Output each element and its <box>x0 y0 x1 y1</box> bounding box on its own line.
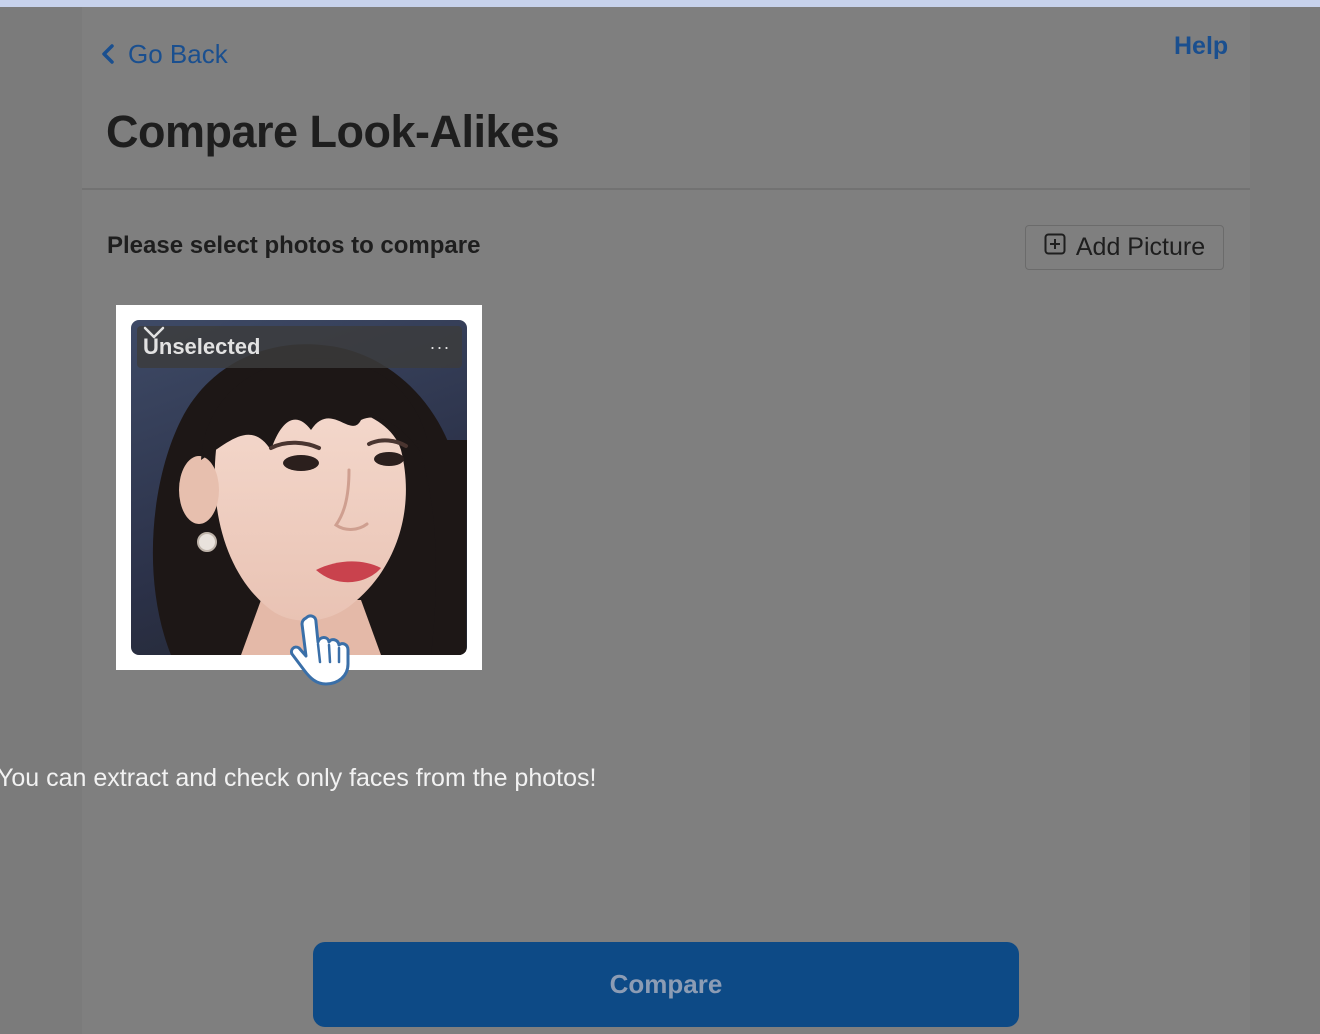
photo-toolbar: Unselected ··· <box>137 326 462 368</box>
ellipsis-icon: ··· <box>429 336 451 357</box>
select-photos-prompt: Please select photos to compare <box>107 232 481 259</box>
header-divider <box>82 188 1250 190</box>
hand-pointer-icon <box>288 612 354 691</box>
face-illustration <box>152 344 467 655</box>
go-back-label: Go Back <box>128 38 228 69</box>
face-photo[interactable]: Unselected ··· <box>131 320 467 655</box>
chevron-left-icon <box>100 43 116 65</box>
plus-square-icon <box>1044 233 1066 262</box>
browser-top-strip <box>0 0 1320 7</box>
more-options-button[interactable]: ··· <box>426 332 454 362</box>
add-picture-label: Add Picture <box>1075 233 1206 261</box>
help-link[interactable]: Help <box>1174 32 1228 61</box>
selection-status-dropdown[interactable]: Unselected <box>143 326 280 368</box>
add-picture-button[interactable]: Add Picture <box>1025 225 1224 270</box>
compare-button[interactable]: Compare <box>313 942 1019 1027</box>
go-back-link[interactable]: Go Back <box>100 36 228 72</box>
page-title: Compare Look-Alikes <box>106 106 560 157</box>
face-extraction-hint: You can extract and check only faces fro… <box>0 764 597 792</box>
